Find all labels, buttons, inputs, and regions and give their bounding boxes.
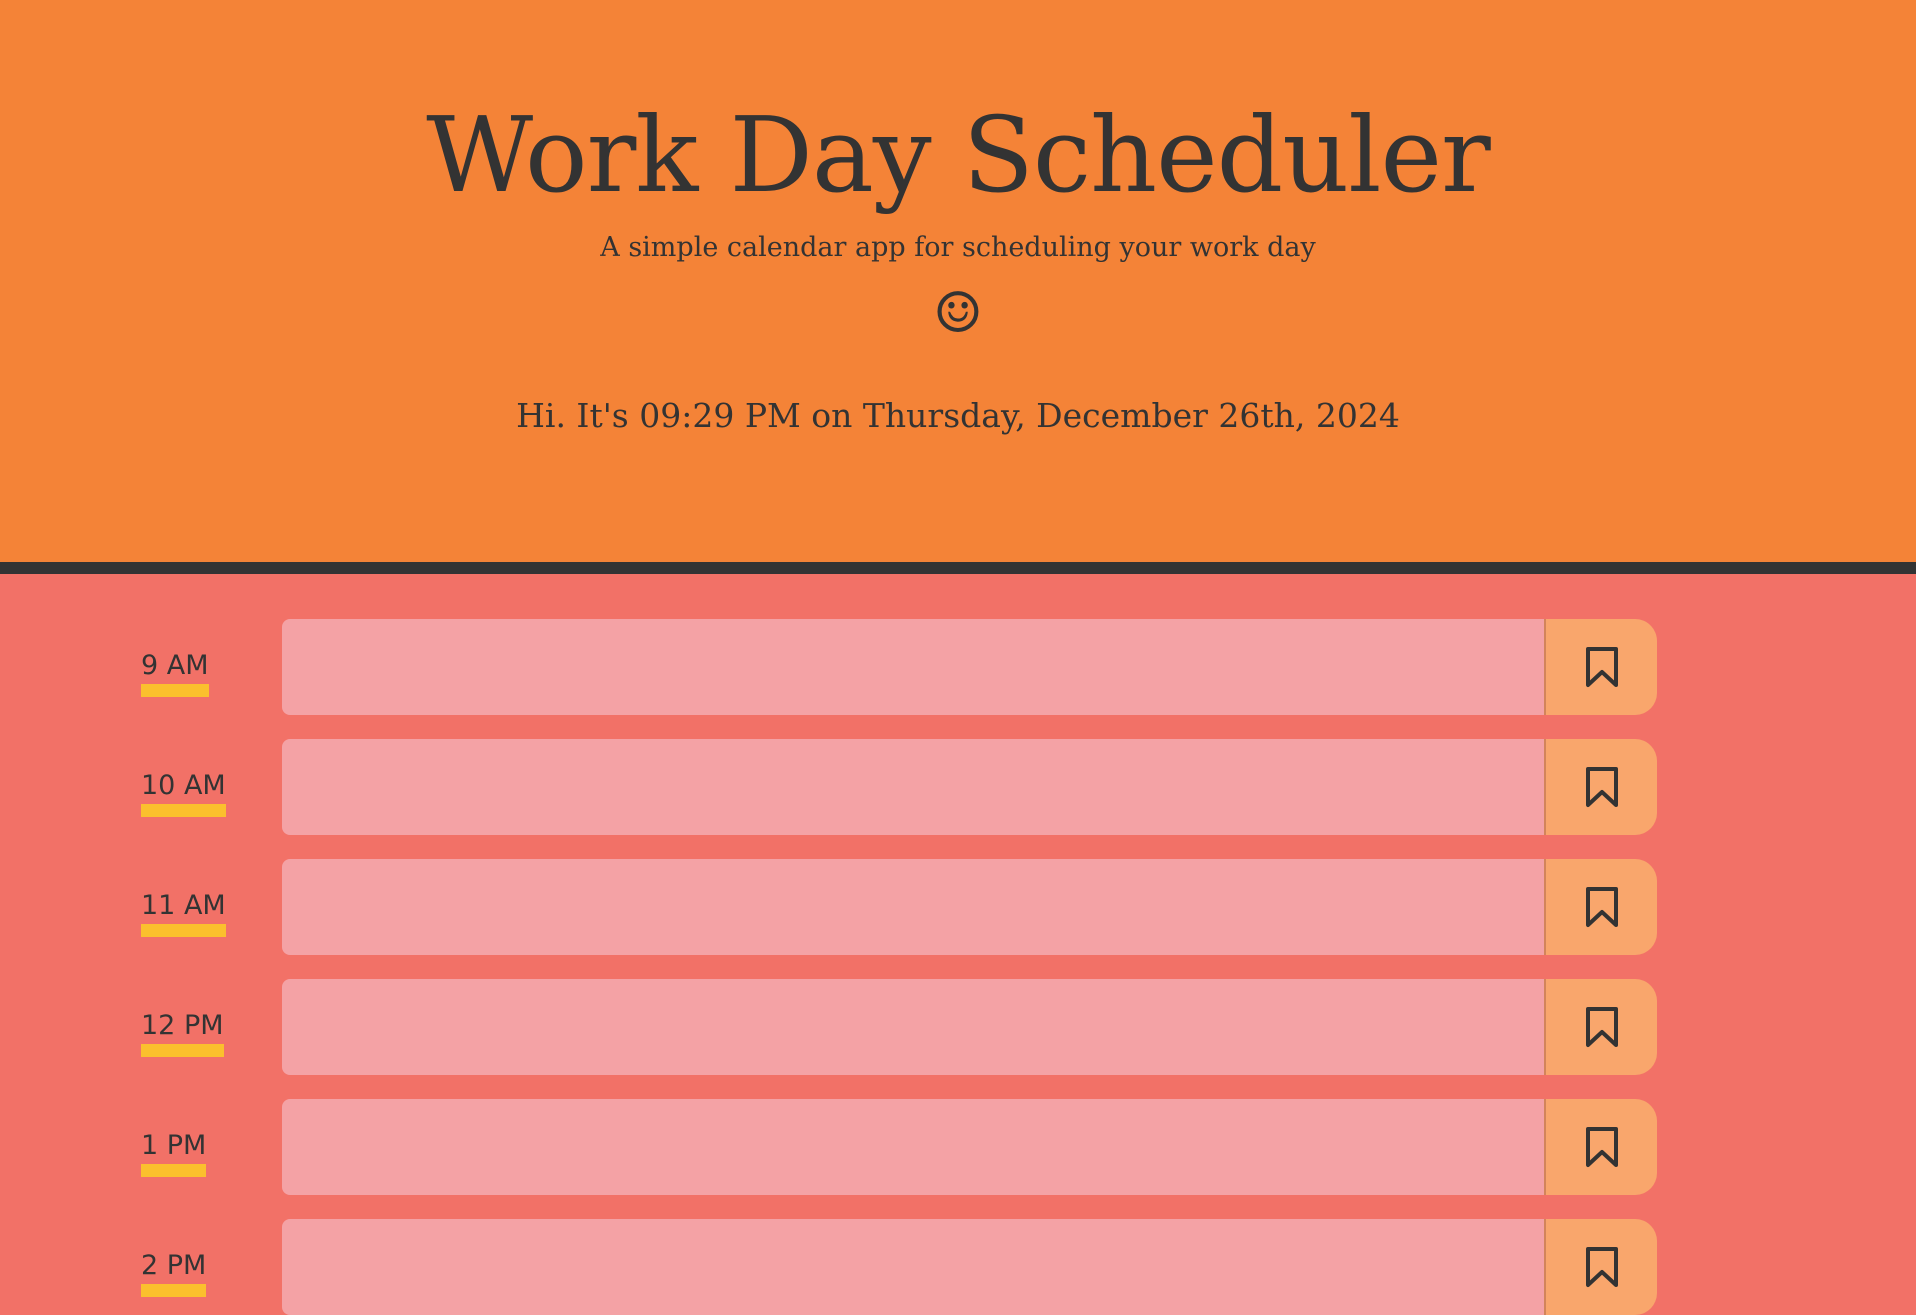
save-button[interactable] — [1544, 1099, 1657, 1195]
hour-label: 2 PM — [141, 1249, 207, 1297]
time-block-row: 12 PM — [0, 979, 1916, 1075]
hour-label: 12 PM — [141, 1009, 224, 1057]
hour-label: 10 AM — [141, 769, 226, 817]
page-subtitle: A simple calendar app for scheduling you… — [600, 232, 1316, 263]
event-input[interactable] — [282, 1219, 1544, 1315]
bookmark-icon — [1585, 1247, 1618, 1287]
header-divider — [0, 562, 1916, 574]
bookmark-icon — [1585, 767, 1618, 807]
save-button[interactable] — [1544, 1219, 1657, 1315]
event-input[interactable] — [282, 739, 1544, 835]
save-button[interactable] — [1544, 979, 1657, 1075]
bookmark-icon — [1585, 647, 1618, 687]
bookmark-icon — [1585, 1007, 1618, 1047]
page-header: Work Day Scheduler A simple calendar app… — [0, 0, 1916, 562]
page-title: Work Day Scheduler — [426, 94, 1491, 216]
bookmark-icon — [1585, 887, 1618, 927]
schedule-container: 9 AM 10 AM 11 AM 12 PM 1 PM 2 PM — [0, 574, 1916, 1315]
time-block-row: 2 PM — [0, 1219, 1916, 1315]
event-input[interactable] — [282, 859, 1544, 955]
current-datetime: Hi. It's 09:29 PM on Thursday, December … — [516, 396, 1400, 435]
hour-label: 9 AM — [141, 649, 209, 697]
event-input[interactable] — [282, 1099, 1544, 1195]
hour-label: 11 AM — [141, 889, 226, 937]
save-button[interactable] — [1544, 739, 1657, 835]
smiley-icon: ☺ — [932, 281, 984, 346]
hour-label: 1 PM — [141, 1129, 207, 1177]
time-block-row: 11 AM — [0, 859, 1916, 955]
save-button[interactable] — [1544, 619, 1657, 715]
event-input[interactable] — [282, 979, 1544, 1075]
bookmark-icon — [1585, 1127, 1618, 1167]
time-block-row: 1 PM — [0, 1099, 1916, 1195]
event-input[interactable] — [282, 619, 1544, 715]
time-block-row: 10 AM — [0, 739, 1916, 835]
time-block-row: 9 AM — [0, 619, 1916, 715]
save-button[interactable] — [1544, 859, 1657, 955]
